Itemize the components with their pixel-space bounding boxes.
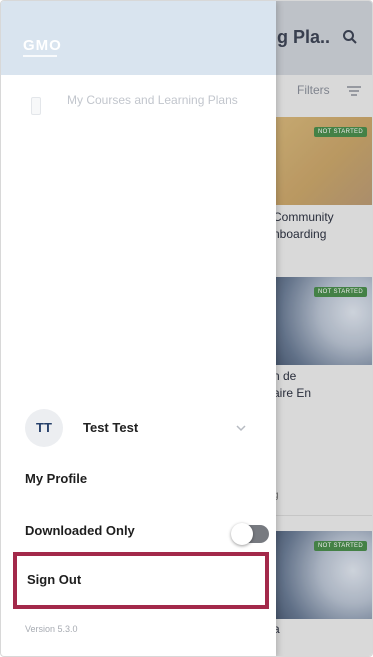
navigation-drawer: GMO My Courses and Learning Plans TT Tes… (1, 1, 276, 656)
user-name: Test Test (83, 420, 139, 435)
drawer-header: GMO (1, 1, 276, 75)
app-frame: g Pla.. Filters NOT STARTED Community nb… (0, 0, 373, 657)
logo-underline (23, 55, 57, 57)
logo: GMO (23, 37, 62, 54)
downloaded-only-toggle[interactable] (231, 523, 269, 545)
document-icon (31, 97, 41, 115)
chevron-down-icon[interactable] (235, 423, 247, 433)
user-account-selector[interactable]: TT Test Test (1, 405, 276, 451)
version-label: Version 5.3.0 (25, 624, 78, 634)
menu-item-my-courses[interactable]: My Courses and Learning Plans (1, 89, 276, 133)
menu-item-label: My Courses and Learning Plans (67, 93, 238, 107)
my-profile-label: My Profile (25, 471, 88, 486)
sign-out-label: Sign Out (27, 572, 82, 587)
toggle-knob (231, 523, 253, 545)
downloaded-only-label: Downloaded Only (25, 523, 135, 538)
avatar: TT (25, 409, 63, 447)
my-profile-item[interactable]: My Profile (1, 471, 276, 499)
downloaded-only-item: Downloaded Only (1, 523, 276, 553)
sign-out-button[interactable]: Sign Out (13, 552, 269, 609)
